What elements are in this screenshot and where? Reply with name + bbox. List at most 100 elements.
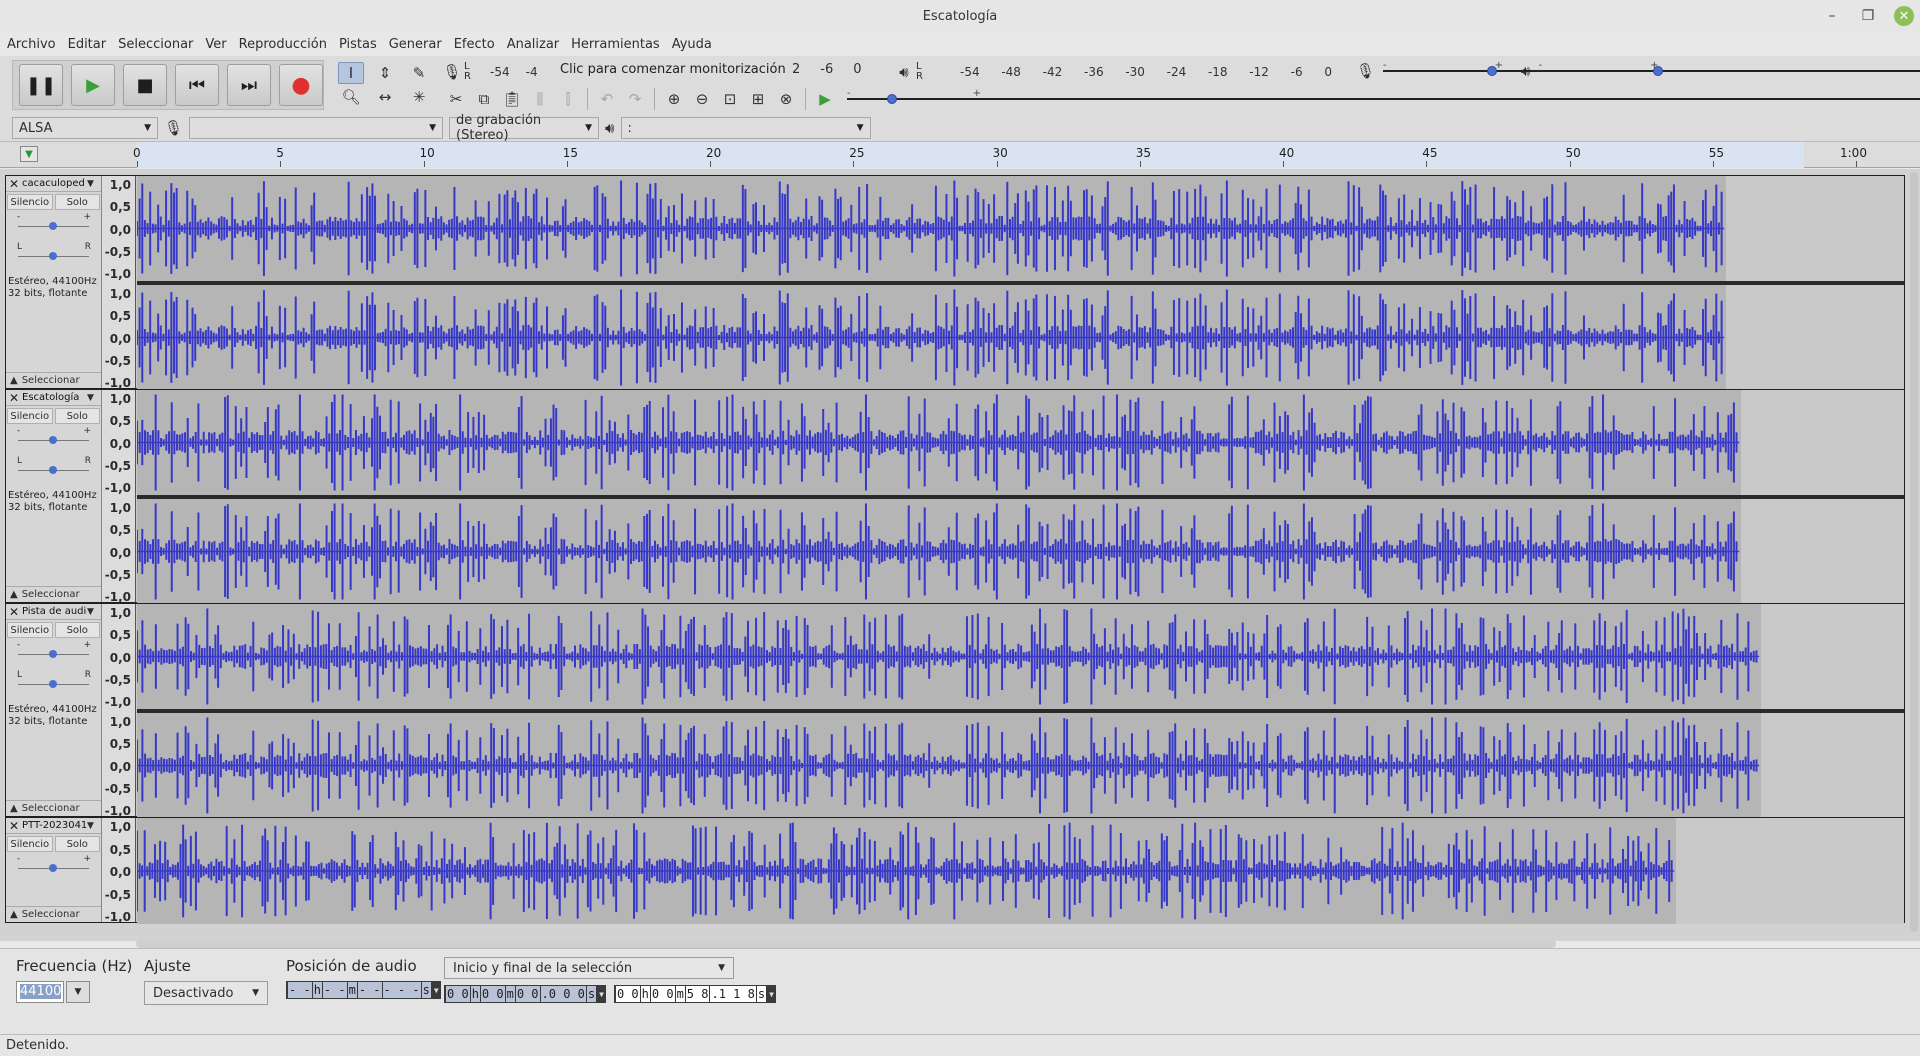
close-track-icon[interactable]: ✕ — [6, 819, 22, 833]
close-track-icon[interactable]: ✕ — [6, 391, 22, 405]
audio-track[interactable]: ✕ Escatología ▼ Silencio Solo - + L R Estéreo, 44… — [5, 389, 1905, 604]
silence-icon[interactable]: ⫿ — [556, 88, 580, 110]
audio-position-time[interactable]: - -h- -m- -- - - s ▼ — [286, 981, 441, 999]
recording-channels-dropdown[interactable]: de grabación (Stereo) ▼ — [449, 113, 600, 143]
timeline-ruler[interactable]: ▼ 0 5 10 15 20 25 30 35 40 45 50 55 1:00 — [0, 142, 1920, 168]
empty-timeline[interactable] — [1741, 499, 1904, 604]
mute-button[interactable]: Silencio — [7, 194, 53, 210]
chevron-down-icon[interactable]: ▼ — [87, 393, 101, 403]
menu-archivo[interactable]: Archivo — [6, 37, 63, 52]
menu-ver[interactable]: Ver — [204, 37, 233, 52]
mute-button[interactable]: Silencio — [7, 622, 53, 638]
mute-button[interactable]: Silencio — [7, 836, 53, 852]
menu-generar[interactable]: Generar — [388, 37, 449, 52]
empty-timeline[interactable] — [1726, 176, 1904, 281]
empty-timeline[interactable] — [1761, 713, 1904, 818]
empty-timeline[interactable] — [1761, 604, 1904, 709]
menu-analizar[interactable]: Analizar — [506, 37, 566, 52]
monitor-hint[interactable]: Clic para comenzar monitorización — [558, 62, 788, 77]
pause-button[interactable]: ❚❚ — [19, 64, 63, 106]
envelope-tool-icon[interactable]: ⇕ — [372, 62, 398, 84]
audio-channel[interactable] — [137, 818, 1904, 924]
cut-icon[interactable]: ✂ — [444, 88, 468, 110]
playback-meter[interactable]: 🔊︎ LR -54 -48 -42 -36 -30 -24 -18 -12 -6… — [892, 60, 1338, 84]
waveform-area[interactable] — [137, 604, 1904, 818]
track-name-button[interactable]: Escatología — [22, 392, 87, 403]
audio-track[interactable]: ✕ cacaculoped ▼ Silencio Solo - + L R Estéreo, 44… — [5, 175, 1905, 390]
select-track-button[interactable]: ▲ Seleccionar — [6, 586, 101, 602]
selection-mode-dropdown[interactable]: Inicio y final de la selección ▼ — [444, 957, 734, 979]
gain-slider[interactable]: - + — [6, 210, 101, 240]
track-name-button[interactable]: cacaculoped — [22, 178, 87, 189]
audio-track[interactable]: ✕ Pista de audio ▼ Silencio Solo - + L R Estéreo,… — [5, 603, 1905, 818]
recording-volume-slider[interactable]: - + — [1383, 60, 1920, 78]
mute-button[interactable]: Silencio — [7, 408, 53, 424]
zoom-in-icon[interactable]: ⊕ — [662, 88, 686, 110]
audio-channel[interactable] — [137, 604, 1904, 709]
pan-slider[interactable]: LR — [6, 668, 101, 698]
redo-icon[interactable]: ↷ — [623, 88, 647, 110]
playback-volume-slider[interactable]: - + — [1538, 60, 1920, 78]
empty-timeline[interactable] — [1726, 285, 1904, 390]
empty-timeline[interactable] — [1741, 390, 1904, 495]
pinned-playhead-icon[interactable]: ▼ — [20, 146, 38, 162]
maximize-icon[interactable]: ❐ — [1858, 6, 1878, 26]
audio-channel[interactable] — [137, 285, 1904, 390]
amplitude-ruler[interactable]: 1,0 0,5 0,0 -0,5 -1,0 1,0 0,5 0,0 -0,5 -1,0 — [102, 176, 136, 390]
collapse-icon[interactable]: ▲ — [10, 803, 18, 814]
menu-pistas[interactable]: Pistas — [338, 37, 384, 52]
track-name-button[interactable]: Pista de audio — [22, 606, 87, 617]
stop-button[interactable]: ■ — [123, 64, 167, 106]
menu-herramientas[interactable]: Herramientas — [570, 37, 667, 52]
chevron-down-icon[interactable]: ▼ — [87, 821, 101, 831]
zoom-toggle-icon[interactable]: ⊗ — [774, 88, 798, 110]
gain-slider[interactable]: - + — [6, 852, 101, 882]
waveform-area[interactable] — [137, 818, 1904, 924]
menu-editar[interactable]: Editar — [67, 37, 114, 52]
skip-end-button[interactable]: ⏭ — [227, 64, 271, 106]
trim-icon[interactable]: ⫼ — [528, 88, 552, 110]
audio-channel[interactable] — [137, 499, 1904, 604]
collapse-icon[interactable]: ▲ — [10, 589, 18, 600]
audio-channel[interactable] — [137, 713, 1904, 818]
menu-reproduccion[interactable]: Reproducción — [238, 37, 334, 52]
selection-start-time[interactable]: 0 0h0 0m0 0.0 0 0 s ▼ — [444, 985, 606, 1003]
solo-button[interactable]: Solo — [54, 622, 100, 638]
audio-host-dropdown[interactable]: ALSA ▼ — [12, 117, 158, 139]
play-button[interactable]: ▶ — [71, 64, 115, 106]
collapse-icon[interactable]: ▲ — [10, 375, 18, 386]
chevron-down-icon[interactable]: ▼ — [87, 179, 101, 189]
playback-device-dropdown[interactable]: : ▼ — [620, 117, 871, 139]
paste-icon[interactable]: 📋︎ — [500, 88, 524, 110]
play-at-speed-icon[interactable]: ▶ — [813, 88, 837, 110]
select-track-button[interactable]: ▲ Seleccionar — [6, 372, 101, 388]
select-track-button[interactable]: ▲ Seleccionar — [6, 906, 101, 922]
menu-efecto[interactable]: Efecto — [453, 37, 502, 52]
rate-dropdown-icon[interactable]: ▼ — [66, 981, 90, 1003]
menu-ayuda[interactable]: Ayuda — [671, 37, 719, 52]
copy-icon[interactable]: ⧉ — [472, 88, 496, 110]
gain-slider[interactable]: - + — [6, 424, 101, 454]
collapse-icon[interactable]: ▲ — [10, 909, 18, 920]
track-name-button[interactable]: PTT-2023041 — [22, 820, 87, 831]
record-button[interactable]: ● — [279, 64, 323, 106]
waveform-area[interactable] — [137, 390, 1904, 604]
waveform-area[interactable] — [137, 176, 1904, 390]
audio-channel[interactable] — [137, 390, 1904, 495]
audio-channel[interactable] — [137, 176, 1904, 281]
selection-end-time[interactable]: 0 0h0 0m5 8.1 1 8 s ▼ — [613, 985, 776, 1003]
empty-timeline[interactable] — [1676, 818, 1904, 924]
menu-seleccionar[interactable]: Seleccionar — [117, 37, 200, 52]
selection-tool-icon[interactable]: I — [338, 62, 364, 84]
horizontal-scrollbar[interactable] — [136, 940, 1556, 948]
close-track-icon[interactable]: ✕ — [6, 605, 22, 619]
vertical-scrollbar[interactable] — [1910, 172, 1918, 932]
recording-device-dropdown[interactable]: ▼ — [189, 117, 444, 139]
fit-project-icon[interactable]: ⊞ — [746, 88, 770, 110]
pan-slider[interactable]: LR — [6, 454, 101, 484]
snap-dropdown[interactable]: Desactivado ▼ — [144, 981, 268, 1005]
draw-tool-icon[interactable]: ✎ — [406, 62, 432, 84]
gain-slider[interactable]: - + — [6, 638, 101, 668]
zoom-out-icon[interactable]: ⊖ — [690, 88, 714, 110]
undo-icon[interactable]: ↶ — [595, 88, 619, 110]
